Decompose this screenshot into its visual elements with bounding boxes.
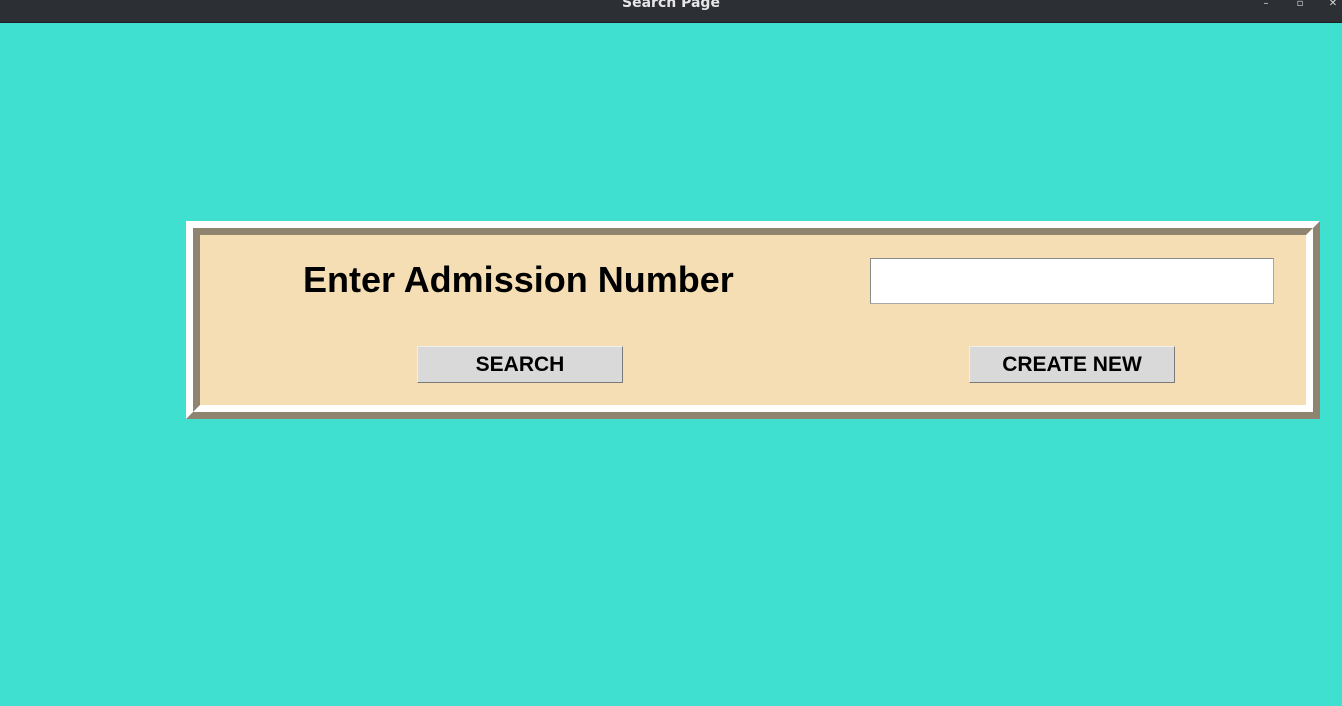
admission-number-input[interactable] <box>870 258 1274 304</box>
search-panel-frame: Enter Admission Number SEARCH CREATE NEW <box>186 221 1320 419</box>
title-bar[interactable]: Search Page – ▫ ✕ <box>0 0 1342 23</box>
search-button[interactable]: SEARCH <box>417 346 623 383</box>
search-panel: Enter Admission Number SEARCH CREATE NEW <box>193 228 1313 412</box>
admission-number-label: Enter Admission Number <box>303 259 734 300</box>
minimize-icon[interactable]: – <box>1258 0 1274 12</box>
app-window: Search Page – ▫ ✕ Enter Admission Number… <box>0 0 1342 706</box>
create-new-button[interactable]: CREATE NEW <box>969 346 1175 383</box>
close-icon[interactable]: ✕ <box>1325 0 1341 12</box>
maximize-icon[interactable]: ▫ <box>1292 0 1308 12</box>
window-title: Search Page <box>622 0 720 11</box>
